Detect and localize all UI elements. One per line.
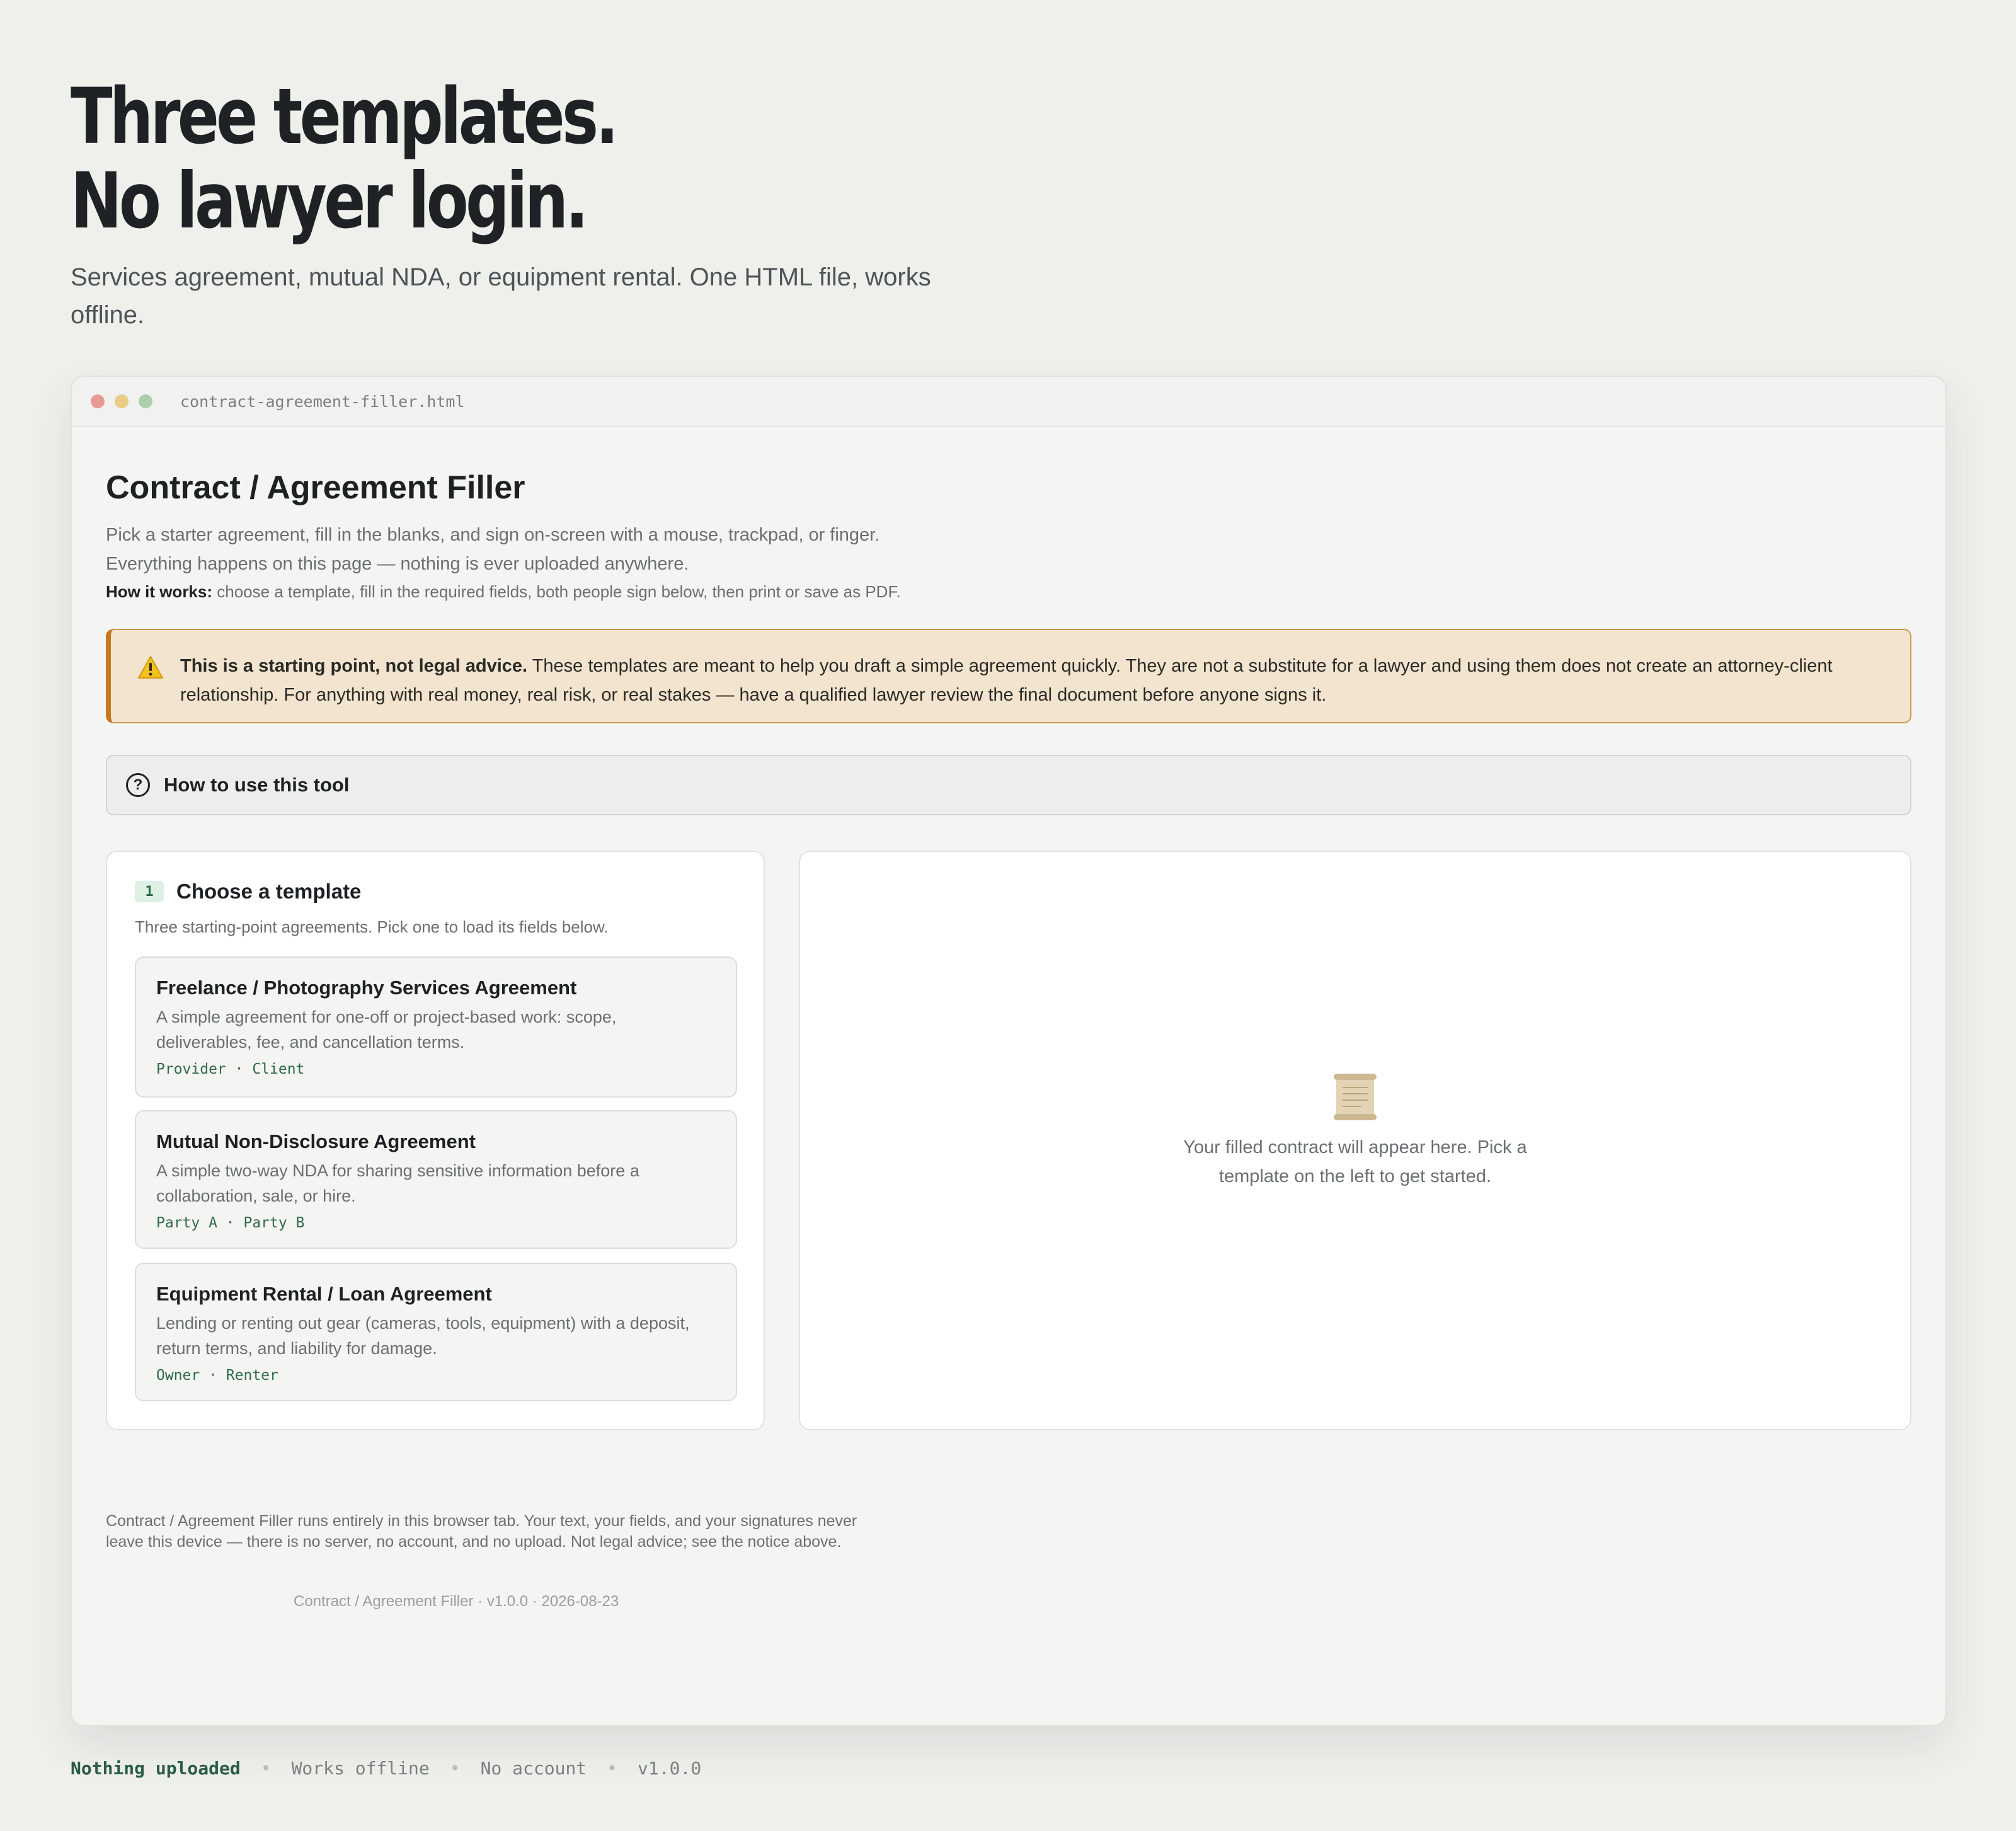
status-separator: • (449, 1758, 461, 1779)
template-card-description: A simple two-way NDA for sharing sensiti… (156, 1161, 639, 1205)
status-separator: • (260, 1758, 272, 1779)
minimize-dot-icon (115, 394, 129, 408)
template-card-services[interactable]: Freelance / Photography Services Agreeme… (135, 956, 737, 1098)
app-window: contract-agreement-filler.html Contract … (71, 376, 1947, 1726)
hero: Three templates. No lawyer login. Servic… (71, 74, 1079, 329)
template-card-title: Mutual Non-Disclosure Agreement (156, 1130, 476, 1152)
app-title: Contract / Agreement Filler (106, 469, 525, 506)
status-bar: Nothing uploaded • Works offline • No ac… (71, 1758, 701, 1779)
template-card-nda[interactable]: Mutual Non-Disclosure Agreement A simple… (135, 1110, 737, 1249)
privacy-footer-note: Contract / Agreement Filler runs entirel… (106, 1512, 857, 1551)
contract-preview-panel: Your filled contract will appear here. P… (799, 851, 1911, 1430)
close-dot-icon (91, 394, 105, 408)
how-it-works-label: How it works: (106, 582, 213, 601)
version-line: Contract / Agreement Filler · v1.0.0 · 2… (294, 1593, 619, 1610)
step-subtitle: Three starting-point agreements. Pick on… (135, 917, 609, 936)
template-chooser-panel: 1 Choose a template Three starting-point… (106, 851, 765, 1430)
maximize-dot-icon (139, 394, 152, 408)
window-file-name: contract-agreement-filler.html (180, 392, 465, 411)
hero-subtitle: Services agreement, mutual NDA, or equip… (71, 263, 931, 329)
template-card-roles: Provider · Client (156, 1061, 305, 1077)
how-it-works: How it works: choose a template, fill in… (106, 582, 901, 602)
status-separator: • (607, 1758, 618, 1779)
template-card-title: Freelance / Photography Services Agreeme… (156, 977, 577, 999)
how-to-use-label: How to use this tool (164, 774, 350, 796)
template-card-title: Equipment Rental / Loan Agreement (156, 1283, 492, 1305)
status-version: v1.0.0 (638, 1758, 702, 1779)
template-card-description: A simple agreement for one-off or projec… (156, 1007, 617, 1052)
step-number-badge: 1 (135, 881, 164, 902)
app-description: Pick a starter agreement, fill in the bl… (106, 525, 880, 574)
template-card-roles: Owner · Renter (156, 1367, 278, 1384)
scroll-icon (1334, 1074, 1377, 1120)
window-titlebar: contract-agreement-filler.html (72, 377, 1945, 427)
preview-empty-text: Your filled contract will appear here. P… (1183, 1137, 1527, 1186)
legal-warning-banner: This is a starting point, not legal advi… (106, 629, 1911, 723)
step-title: Choose a template (176, 880, 362, 903)
hero-title-line-1: Three templates. (71, 72, 619, 161)
template-card-description: Lending or renting out gear (cameras, to… (156, 1314, 690, 1358)
question-icon: ? (126, 773, 150, 797)
status-nothing-uploaded: Nothing uploaded (71, 1758, 241, 1779)
how-it-works-text: choose a template, fill in the required … (217, 582, 901, 601)
warning-bold-text: This is a starting point, not legal advi… (180, 656, 528, 676)
hero-title-line-2: No lawyer login. (71, 156, 589, 246)
warning-icon (138, 656, 163, 679)
how-to-use-toggle[interactable]: ? How to use this tool (106, 755, 1911, 815)
status-works-offline: Works offline (291, 1758, 430, 1779)
template-card-rental[interactable]: Equipment Rental / Loan Agreement Lendin… (135, 1263, 737, 1401)
template-card-roles: Party A · Party B (156, 1215, 305, 1231)
step-header: 1 Choose a template (135, 880, 361, 904)
status-no-account: No account (480, 1758, 587, 1779)
hero-title: Three templates. No lawyer login. (71, 74, 877, 243)
